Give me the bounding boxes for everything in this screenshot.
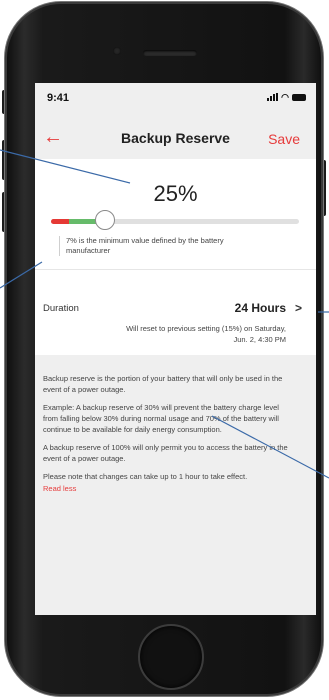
chevron-right-icon[interactable]: > bbox=[295, 301, 302, 315]
status-time: 9:41 bbox=[47, 92, 70, 104]
nav-bar: ← Backup Reserve Save bbox=[35, 119, 316, 159]
section-divider bbox=[35, 269, 316, 270]
duration-label: Duration bbox=[43, 303, 79, 314]
duration-value[interactable]: 24 Hours bbox=[235, 301, 286, 315]
reserve-card: 25% 7% is the minimum value defined by t… bbox=[35, 159, 316, 355]
info-paragraph: Example: A backup reserve of 30% will pr… bbox=[43, 403, 279, 434]
status-icons: ◠ bbox=[267, 92, 306, 102]
battery-icon bbox=[292, 94, 306, 101]
wifi-icon: ◠ bbox=[281, 92, 289, 102]
info-paragraph: Please note that changes can take up to … bbox=[43, 472, 248, 481]
duration-reset-note: Will reset to previous setting (15%) on … bbox=[126, 324, 286, 344]
status-bar: 9:41 ◠ bbox=[35, 83, 316, 113]
info-paragraph: A backup reserve of 100% will only permi… bbox=[43, 443, 288, 463]
cellular-signal-icon bbox=[267, 93, 279, 101]
reserve-minimum-segment bbox=[51, 219, 69, 224]
info-section: Backup reserve is the portion of your ba… bbox=[43, 373, 295, 494]
read-less-link[interactable]: Read less bbox=[43, 483, 295, 494]
home-button[interactable] bbox=[138, 624, 204, 690]
earpiece-speaker bbox=[143, 50, 197, 56]
phone-screen: 9:41 ◠ ← Backup Reserve Save 25% 7% is t… bbox=[35, 83, 316, 615]
info-paragraph: Backup reserve is the portion of your ba… bbox=[43, 374, 283, 394]
minimum-note: 7% is the minimum value defined by the b… bbox=[59, 236, 266, 256]
front-camera bbox=[113, 47, 121, 55]
reserve-slider-thumb[interactable] bbox=[95, 210, 115, 230]
save-button[interactable]: Save bbox=[268, 131, 300, 147]
reserve-percent: 25% bbox=[153, 181, 198, 206]
